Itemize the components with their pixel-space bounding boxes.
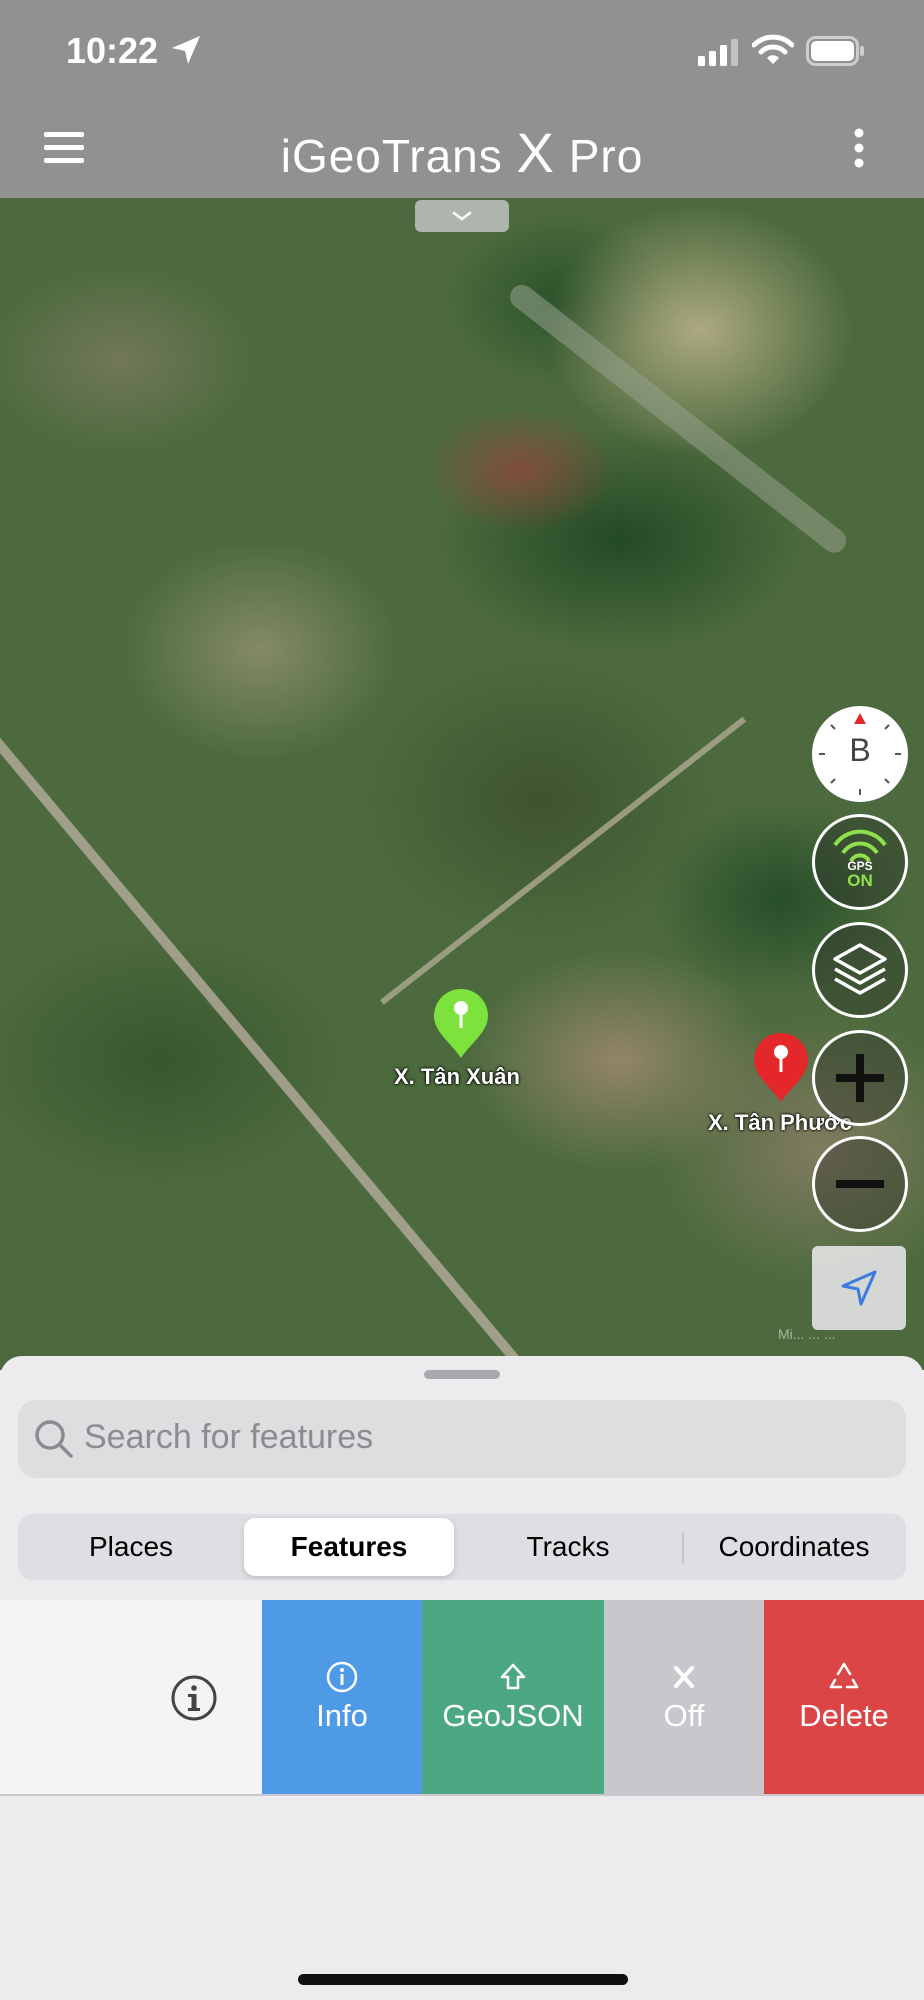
search-bar[interactable]: Search for features xyxy=(18,1400,906,1478)
off-action-label: Off xyxy=(663,1698,705,1733)
search-input[interactable]: Search for features xyxy=(84,1418,373,1457)
tab-places[interactable]: Places xyxy=(22,1518,240,1576)
x-icon xyxy=(674,1666,694,1688)
road xyxy=(380,716,747,1005)
navigation-arrow-icon xyxy=(841,1270,877,1306)
marker-label: X. Tân Xuân xyxy=(394,1064,520,1089)
map-marker-red[interactable] xyxy=(752,1032,810,1104)
minus-icon xyxy=(836,1180,884,1188)
layers-icon xyxy=(833,943,887,995)
location-arrow-icon xyxy=(172,36,200,64)
collapse-header-button[interactable] xyxy=(415,200,509,232)
status-time: 10:22 xyxy=(66,30,159,71)
zoom-in-button[interactable] xyxy=(812,1030,908,1126)
cellular-signal-icon xyxy=(698,39,738,66)
tab-segmented-control: Places Features Tracks Coordinates xyxy=(18,1514,906,1580)
zoom-out-button[interactable] xyxy=(812,1136,908,1232)
search-icon xyxy=(35,1420,73,1458)
info-circle-icon[interactable] xyxy=(170,1674,218,1722)
app-title-x: X xyxy=(516,121,555,184)
tab-coordinates[interactable]: Coordinates xyxy=(686,1518,902,1576)
wifi-icon xyxy=(752,34,794,64)
compass-letter: B xyxy=(849,732,871,768)
tab-tracks[interactable]: Tracks xyxy=(458,1518,678,1576)
row-divider xyxy=(0,1794,924,1796)
tab-features[interactable]: Features xyxy=(244,1518,454,1576)
delete-action-label: Delete xyxy=(799,1698,889,1733)
geojson-action-label: GeoJSON xyxy=(442,1698,584,1733)
info-action-label: Info xyxy=(316,1698,368,1733)
app-title: iGeoTrans X Pro xyxy=(0,120,924,185)
chevron-down-icon xyxy=(452,211,472,221)
more-vertical-icon[interactable] xyxy=(852,128,866,168)
app-title-main: iGeoTrans xyxy=(280,130,503,182)
recycle-icon xyxy=(829,1662,859,1689)
tab-divider xyxy=(682,1532,684,1564)
row-content[interactable] xyxy=(0,1600,262,1794)
upload-icon xyxy=(500,1663,526,1690)
plus-icon xyxy=(836,1054,884,1102)
map-marker-green[interactable] xyxy=(432,988,490,1060)
delete-action-button[interactable]: Delete xyxy=(764,1600,924,1794)
river xyxy=(505,280,851,558)
sheet-grabber[interactable] xyxy=(424,1370,500,1379)
app-header: 10:22 iGeoTrans X Pro xyxy=(0,0,924,198)
compass-button[interactable]: B xyxy=(812,706,908,802)
my-location-button[interactable] xyxy=(812,1246,906,1330)
geojson-export-button[interactable]: GeoJSON xyxy=(422,1600,604,1794)
info-icon xyxy=(326,1661,358,1693)
gps-toggle-button[interactable]: GPS ON xyxy=(812,814,908,910)
battery-icon xyxy=(806,36,864,66)
home-indicator xyxy=(298,1974,628,1985)
feature-row[interactable]: Info GeoJSON Off Delete xyxy=(0,1600,924,1794)
off-action-button[interactable]: Off xyxy=(604,1600,764,1794)
info-action-button[interactable]: Info xyxy=(262,1600,422,1794)
app-title-suffix: Pro xyxy=(568,130,644,182)
gps-state: ON xyxy=(847,871,873,890)
layers-button[interactable] xyxy=(812,922,908,1018)
